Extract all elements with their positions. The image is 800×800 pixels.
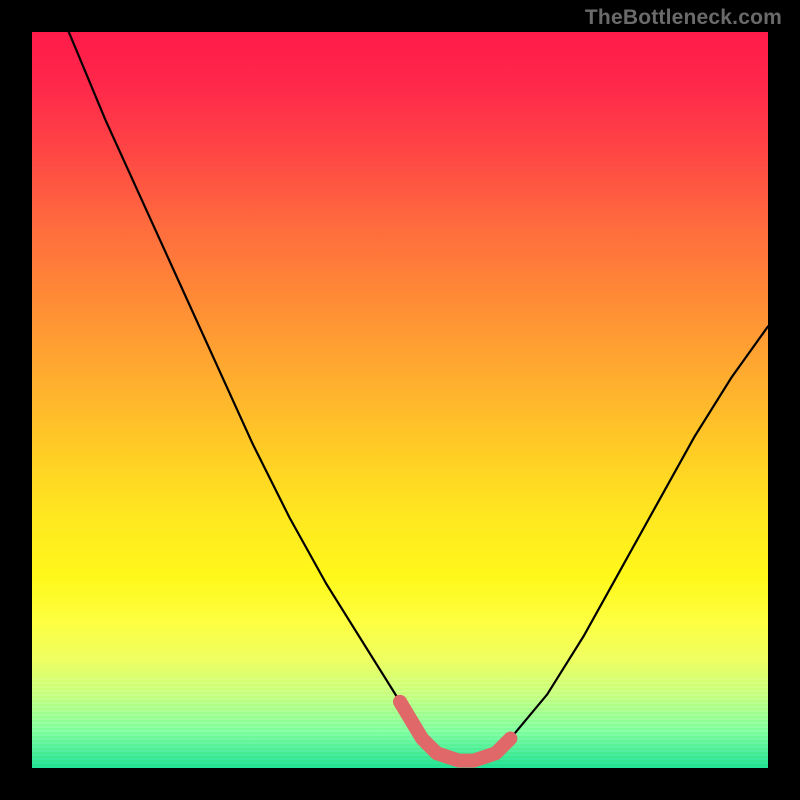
watermark-text: TheBottleneck.com	[585, 6, 782, 30]
chart-canvas: TheBottleneck.com	[0, 0, 800, 800]
plot-area	[32, 32, 768, 768]
gradient-banding	[32, 678, 768, 768]
